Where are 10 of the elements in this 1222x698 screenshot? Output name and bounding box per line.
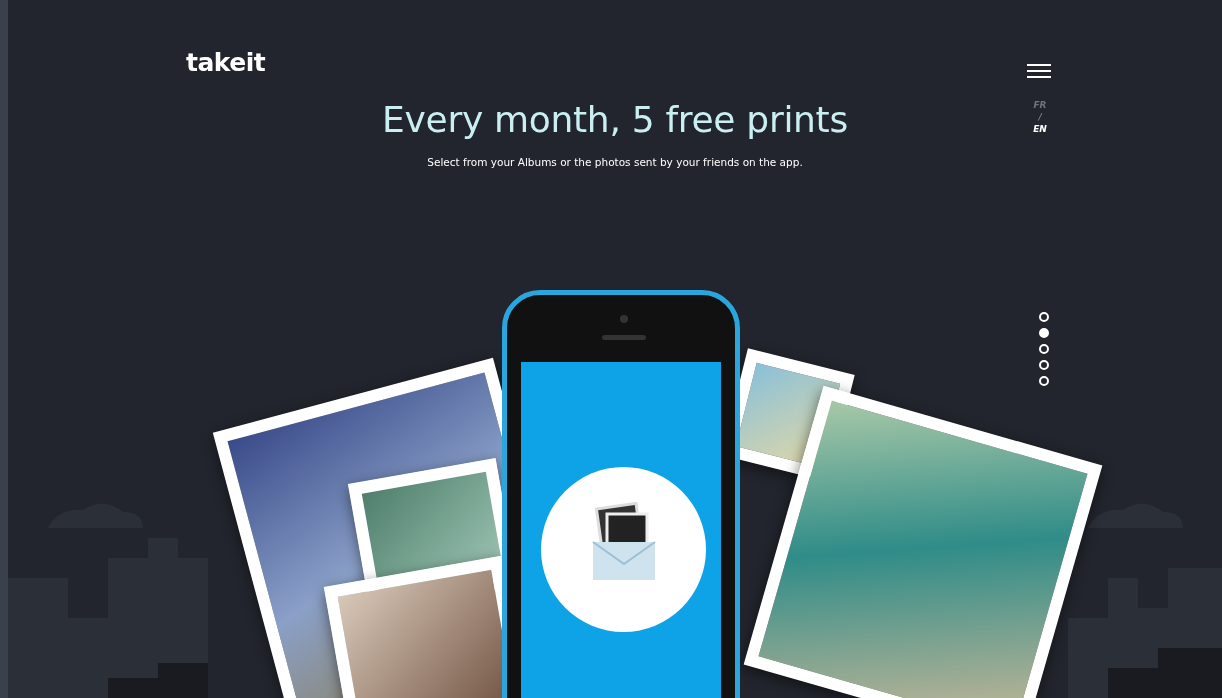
pager-dot[interactable] (1039, 312, 1049, 322)
pager-dot[interactable] (1039, 360, 1049, 370)
language-link[interactable]: EN (1028, 123, 1052, 135)
pager-dot[interactable] (1039, 376, 1049, 386)
pager-dot[interactable] (1039, 328, 1049, 338)
language-separator: / (1037, 111, 1043, 123)
subtitle: Select from your Albums or the photos sent by your friends on the app. (427, 155, 803, 171)
headline: Every month, 5 free prints (382, 98, 848, 142)
pager-dot[interactable] (1039, 344, 1049, 354)
logo[interactable]: takeit (186, 48, 266, 77)
